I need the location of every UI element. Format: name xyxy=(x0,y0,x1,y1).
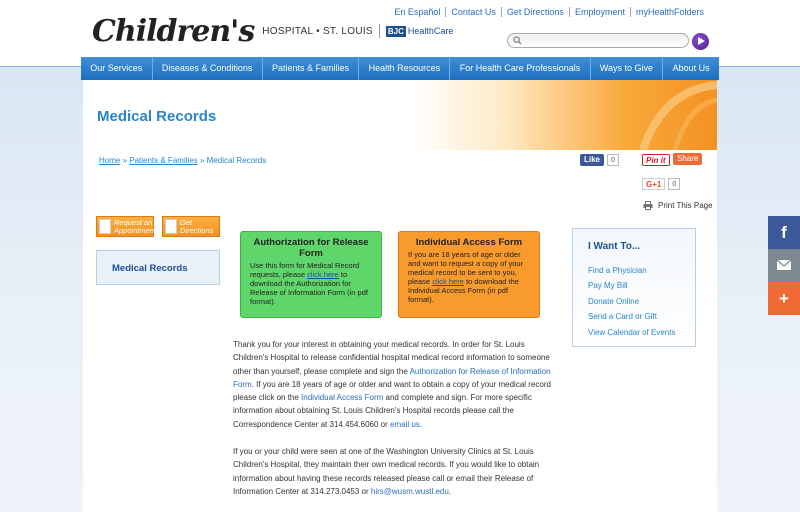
facebook-icon: f xyxy=(781,223,787,242)
email-share-button[interactable] xyxy=(768,249,800,282)
nav-patients-families[interactable]: Patients & Families xyxy=(263,57,360,80)
print-page-link[interactable]: Print This Page xyxy=(643,201,713,210)
bjc-healthcare-text: HealthCare xyxy=(407,26,454,36)
breadcrumb: Home » Patients & Families » Medical Rec… xyxy=(99,156,266,165)
logo-divider xyxy=(378,24,380,38)
logo-hospital-text: HOSPITAL • ST. LOUIS xyxy=(262,25,373,37)
intro-email-link[interactable]: email us xyxy=(390,420,420,429)
link-view-calendar[interactable]: View Calendar of Events xyxy=(588,325,675,340)
authorization-form-text: Use this form for Medical Record request… xyxy=(247,261,375,306)
map-icon xyxy=(165,219,177,234)
authorization-form-title: Authorization for Release Form xyxy=(253,237,369,259)
link-contact-us[interactable]: Contact Us xyxy=(445,7,501,17)
mail-icon xyxy=(776,259,792,270)
link-send-card-or-gift[interactable]: Send a Card or Gift xyxy=(588,309,675,324)
breadcrumb-separator: » xyxy=(197,156,207,165)
site-logo[interactable]: Children's HOSPITAL • ST. LOUIS BJC Heal… xyxy=(92,13,454,49)
social-share-bar: f + xyxy=(768,216,800,315)
individual-access-form-box: Individual Access Form If you are 18 yea… xyxy=(398,231,540,318)
breadcrumb-patients-families[interactable]: Patients & Families xyxy=(129,156,197,165)
banner-arc xyxy=(639,81,717,150)
google-plus-count: 0 xyxy=(668,177,681,190)
page-banner: Medical Records xyxy=(83,80,717,150)
nav-ways-to-give[interactable]: Ways to Give xyxy=(591,57,664,80)
logo-wordmark: Children's xyxy=(92,13,255,49)
individual-access-form-link[interactable]: click here xyxy=(432,277,464,286)
search-icon xyxy=(513,36,522,45)
content-area: Medical Records Home » Patients & Famili… xyxy=(83,80,717,512)
link-get-directions[interactable]: Get Directions xyxy=(500,7,569,17)
nav-health-care-professionals[interactable]: For Health Care Professionals xyxy=(450,57,591,80)
pinterest-pin-button[interactable]: Pin it xyxy=(642,153,670,166)
intro-individual-access-link[interactable]: Individual Access Form xyxy=(301,393,383,402)
get-directions-label: Get Directions xyxy=(180,218,214,235)
authorization-form-link[interactable]: click here xyxy=(307,270,339,279)
individual-access-form-text: If you are 18 years of age or older and … xyxy=(405,250,533,304)
breadcrumb-current: Medical Records xyxy=(206,156,267,165)
print-page-label: Print This Page xyxy=(658,201,713,210)
calendar-icon xyxy=(99,219,111,234)
request-appointment-button[interactable]: Request an Appointment xyxy=(96,216,157,237)
google-plus-button[interactable]: G+1 xyxy=(642,177,666,190)
i-want-to-title: I Want To... xyxy=(588,241,641,252)
clinic-paragraph: If you or your child were seen at one of… xyxy=(233,445,551,498)
link-find-a-physician[interactable]: Find a Physician xyxy=(588,263,675,278)
link-myhealthfolders[interactable]: myHealthFolders xyxy=(629,7,709,17)
nav-diseases-conditions[interactable]: Diseases & Conditions xyxy=(153,57,263,80)
share-button[interactable]: Share xyxy=(673,153,703,165)
request-appointment-label: Request an Appointment xyxy=(114,218,157,235)
nav-about-us[interactable]: About Us xyxy=(663,57,719,80)
page-title: Medical Records xyxy=(97,108,217,125)
search-submit-button[interactable] xyxy=(692,33,709,50)
i-want-to-box: I Want To... Find a Physician Pay My Bil… xyxy=(572,228,696,347)
facebook-like-button[interactable]: Like xyxy=(580,153,605,166)
clinic-text-2: . xyxy=(448,486,452,496)
link-employment[interactable]: Employment xyxy=(568,7,630,17)
nav-our-services[interactable]: Our Services xyxy=(81,57,153,80)
link-pay-my-bill[interactable]: Pay My Bill xyxy=(588,278,675,293)
clinic-email-link[interactable]: hirs@wusm.wustl.edu xyxy=(371,487,449,496)
more-share-button[interactable]: + xyxy=(768,282,800,315)
plus-icon: + xyxy=(779,289,789,308)
nav-health-resources[interactable]: Health Resources xyxy=(359,57,451,80)
individual-access-form-title: Individual Access Form xyxy=(415,237,523,248)
pinterest-share: Pin it xyxy=(642,153,670,166)
facebook-share-button[interactable]: f xyxy=(768,216,800,249)
get-directions-button[interactable]: Get Directions xyxy=(162,216,220,237)
sidebar-nav: Medical Records xyxy=(96,250,220,285)
bjc-logo: BJC xyxy=(385,25,406,37)
printer-icon xyxy=(643,201,653,210)
facebook-like-count: 0 xyxy=(607,153,619,166)
sidebar-item-medical-records[interactable]: Medical Records xyxy=(112,263,188,274)
link-donate-online[interactable]: Donate Online xyxy=(588,294,675,309)
breadcrumb-home[interactable]: Home xyxy=(99,156,120,165)
search-input[interactable] xyxy=(526,35,686,46)
intro-paragraph: Thank you for your interest in obtaining… xyxy=(233,338,551,431)
i-want-to-list: Find a Physician Pay My Bill Donate Onli… xyxy=(588,263,675,340)
main-nav: Our Services Diseases & Conditions Patie… xyxy=(81,57,719,80)
facebook-like: Like 0 xyxy=(580,153,619,166)
search-box xyxy=(507,33,689,48)
google-plus-share: G+1 0 xyxy=(642,177,681,190)
breadcrumb-separator: » xyxy=(120,156,130,165)
intro-text-4: . xyxy=(419,419,423,429)
authorization-form-box: Authorization for Release Form Use this … xyxy=(240,231,382,318)
